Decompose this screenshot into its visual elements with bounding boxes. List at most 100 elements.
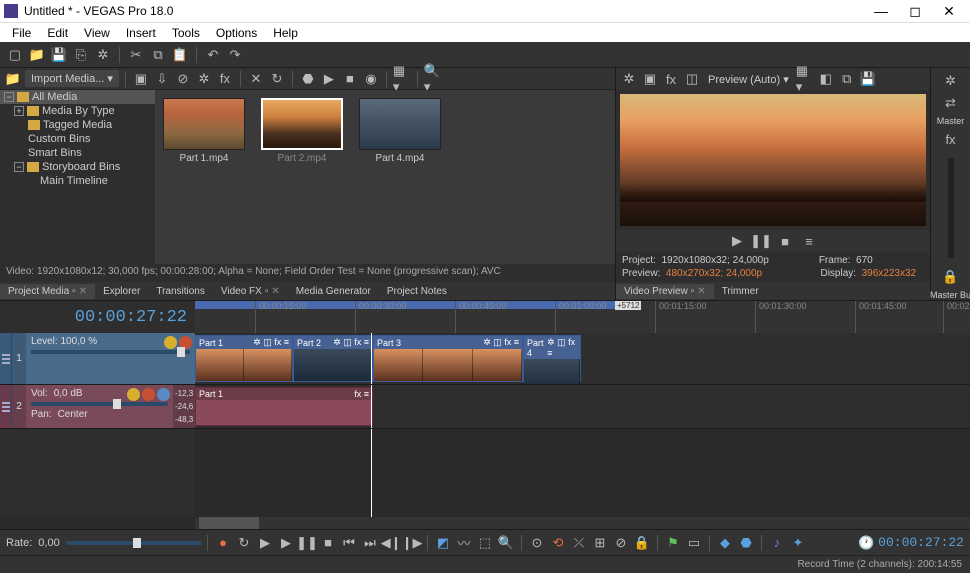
menu-help[interactable]: Help (265, 24, 306, 42)
stop-icon[interactable]: ■ (341, 70, 359, 88)
tree-tagged-media[interactable]: Tagged Media (0, 118, 155, 132)
tree-all-media[interactable]: −All Media (0, 90, 155, 104)
video-track-header[interactable]: 1 Level: 100,0 % (0, 333, 195, 384)
tag-icon[interactable]: ⬣ (299, 70, 317, 88)
level-slider[interactable] (31, 350, 190, 354)
pause-button[interactable]: ❚❚ (752, 232, 770, 250)
menu-insert[interactable]: Insert (118, 24, 164, 42)
props-icon[interactable]: ✲ (195, 70, 213, 88)
tree-main-timeline[interactable]: Main Timeline (0, 174, 155, 188)
refresh-icon[interactable]: ↻ (268, 70, 286, 88)
normal-edit-icon[interactable]: ◩ (434, 534, 452, 552)
snap-icon[interactable]: ⊙ (528, 534, 546, 552)
auto-preview-icon[interactable]: ◉ (362, 70, 380, 88)
auto-ripple-icon[interactable]: ⟲ (549, 534, 567, 552)
marker-icon[interactable]: ⚑ (664, 534, 682, 552)
minimize-button[interactable]: — (864, 0, 898, 22)
lock-envelopes-icon[interactable]: ⊞ (591, 534, 609, 552)
play-button[interactable]: ▶ (728, 232, 746, 250)
menu-file[interactable]: File (4, 24, 39, 42)
mixer-icon[interactable]: ⇄ (942, 94, 960, 112)
clip-part2[interactable]: Part 2✲ ◫ fx ≡ (293, 335, 373, 382)
copy-icon[interactable]: ⧉ (149, 46, 167, 64)
menu-options[interactable]: Options (208, 24, 265, 42)
new-icon[interactable]: ▢ (6, 46, 24, 64)
lock-icon[interactable]: 🔒 (633, 534, 651, 552)
search-icon[interactable]: 🔍 ▾ (424, 70, 442, 88)
clip-part4[interactable]: Part 4✲ ◫ fx ≡ (523, 335, 581, 382)
lock-icon[interactable]: 🔒 (942, 268, 960, 286)
delete-icon[interactable]: ✕ (247, 70, 265, 88)
video-track-content[interactable]: Part 1✲ ◫ fx ≡ Part 2✲ ◫ fx ≡ Part 3✲ ◫ … (195, 333, 970, 384)
tree-custom-bins[interactable]: Custom Bins (0, 132, 155, 146)
region-icon[interactable]: ▭ (685, 534, 703, 552)
split-icon[interactable]: ◫ (683, 70, 701, 88)
stop-button[interactable]: ■ (776, 232, 794, 250)
zoom-icon[interactable]: 🔍 (497, 534, 515, 552)
grid-icon[interactable]: ▦ ▾ (796, 70, 814, 88)
tab-trimmer[interactable]: Trimmer (714, 284, 767, 299)
pause-icon[interactable]: ❚❚ (298, 534, 316, 552)
playhead[interactable] (371, 429, 372, 517)
cut-icon[interactable]: ✂ (127, 46, 145, 64)
tab-video-fx[interactable]: Video FX ▫ ✕ (213, 284, 288, 299)
paste-icon[interactable]: 📋 (171, 46, 189, 64)
auto-crossfade-icon[interactable]: ⤫ (570, 534, 588, 552)
mute-icon[interactable] (127, 388, 140, 401)
menu-icon[interactable]: ≡ (800, 232, 818, 250)
vol-slider[interactable] (31, 402, 168, 406)
tab-project-notes[interactable]: Project Notes (379, 284, 455, 299)
folder-icon[interactable]: 📁 (4, 70, 22, 88)
properties-icon[interactable]: ✲ (94, 46, 112, 64)
maximize-button[interactable]: ◻ (898, 0, 932, 22)
close-button[interactable]: ✕ (932, 0, 966, 22)
loop-icon[interactable]: ↻ (235, 534, 253, 552)
fx-icon[interactable]: fx (942, 130, 960, 148)
play-start-icon[interactable]: ▶ (256, 534, 274, 552)
tool-icon[interactable]: ⬣ (737, 534, 755, 552)
menu-edit[interactable]: Edit (39, 24, 76, 42)
import-media-button[interactable]: Import Media... ▾ (25, 70, 119, 87)
preview-mode[interactable]: Preview (Auto) ▾ (704, 73, 793, 86)
tool-icon[interactable]: ✦ (789, 534, 807, 552)
playhead[interactable] (371, 385, 372, 428)
fx-icon[interactable]: fx (216, 70, 234, 88)
audio-track-content[interactable]: Part 1fx ≡ (195, 385, 970, 428)
views-icon[interactable]: ▦ ▾ (393, 70, 411, 88)
copy-snapshot-icon[interactable]: ⧉ (838, 70, 856, 88)
remove-icon[interactable]: ⊘ (174, 70, 192, 88)
play-icon[interactable]: ▶ (320, 70, 338, 88)
tab-transitions[interactable]: Transitions (148, 284, 213, 299)
prev-frame-icon[interactable]: ◀❙ (382, 534, 400, 552)
tab-media-generator[interactable]: Media Generator (288, 284, 379, 299)
go-start-icon[interactable]: ⏮ (340, 534, 358, 552)
media-thumb[interactable]: Part 2.mp4 (261, 98, 343, 164)
tab-video-preview[interactable]: Video Preview ▫ ✕ (616, 284, 714, 299)
audio-track-header[interactable]: 2 Vol:0,0 dB Pan:Center -12,3-24,6-48,3 (0, 385, 195, 428)
redo-icon[interactable]: ↷ (226, 46, 244, 64)
tree-storyboard-bins[interactable]: −Storyboard Bins (0, 160, 155, 174)
undo-icon[interactable]: ↶ (204, 46, 222, 64)
overlay-icon[interactable]: ◧ (817, 70, 835, 88)
envelope-icon[interactable]: 〰 (455, 534, 473, 552)
tree-smart-bins[interactable]: Smart Bins (0, 146, 155, 160)
audio-clip[interactable]: Part 1fx ≡ (195, 387, 373, 426)
menu-view[interactable]: View (76, 24, 118, 42)
go-end-icon[interactable]: ⏭ (361, 534, 379, 552)
preview-display[interactable] (620, 94, 926, 226)
next-frame-icon[interactable]: ❙▶ (403, 534, 421, 552)
stop-icon[interactable]: ■ (319, 534, 337, 552)
capture-icon[interactable]: ▣ (132, 70, 150, 88)
ignore-event-icon[interactable]: ⊘ (612, 534, 630, 552)
record-icon[interactable]: ● (214, 534, 232, 552)
solo-icon[interactable] (142, 388, 155, 401)
external-icon[interactable]: ▣ (641, 70, 659, 88)
timeline-scrollbar[interactable] (195, 517, 970, 529)
tool-icon[interactable]: ♪ (768, 534, 786, 552)
rate-slider[interactable] (66, 541, 201, 545)
select-icon[interactable]: ⬚ (476, 534, 494, 552)
open-icon[interactable]: 📁 (28, 46, 46, 64)
record-icon[interactable] (157, 388, 170, 401)
time-ruler[interactable]: +5712 00:00:15:00 00:00:30:00 00:00:45:0… (195, 301, 970, 333)
tab-project-media[interactable]: Project Media ▫ ✕ (0, 284, 95, 299)
